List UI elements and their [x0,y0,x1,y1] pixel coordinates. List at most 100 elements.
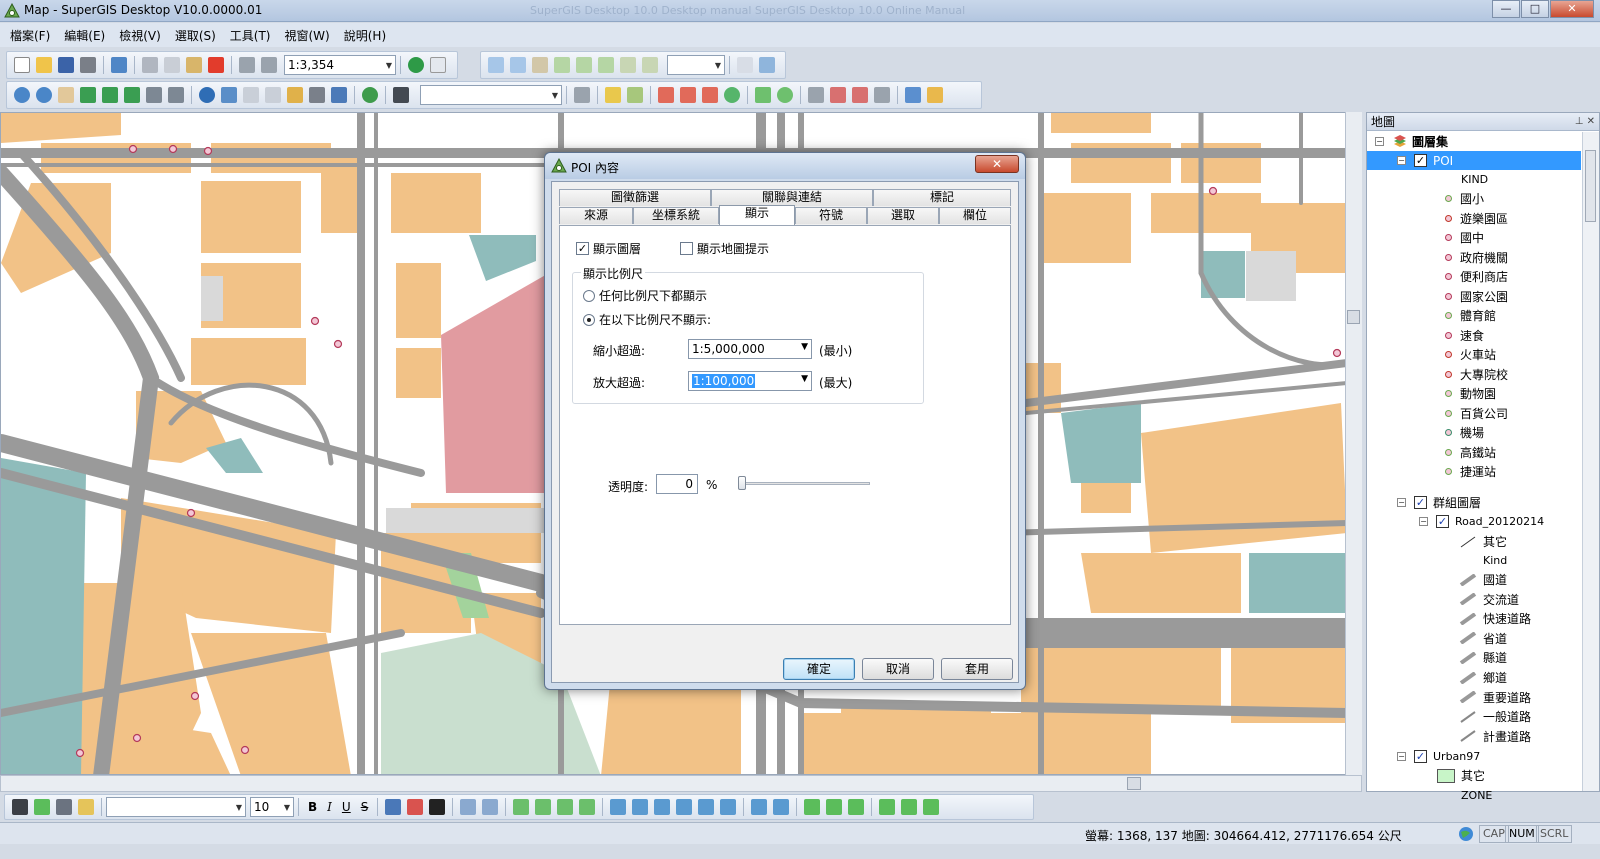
help-icon[interactable] [408,57,424,73]
apply-button[interactable]: 套用 [941,658,1013,680]
topology-icon[interactable] [808,87,824,103]
edit-pointer-icon[interactable] [574,87,590,103]
layer-combo[interactable]: ▼ [420,85,562,105]
camera-icon[interactable] [393,87,409,103]
collapse-icon[interactable]: − [1375,137,1384,146]
menu-view[interactable]: 檢視(V) [119,27,161,44]
bring-to-front-icon[interactable] [513,799,530,815]
cancel-button[interactable]: 取消 [862,658,934,680]
hyperlink-icon[interactable] [265,87,281,103]
poi-visibility-checkbox[interactable]: ✓ [1414,154,1427,167]
radio-circle[interactable] [583,313,595,326]
zoom-out-icon[interactable] [36,87,52,103]
checkbox-box[interactable] [680,242,693,255]
layer-panel-scroll-thumb[interactable] [1585,150,1596,222]
whats-this-icon[interactable] [430,57,446,73]
map-scale-combo[interactable]: 1:3,354 ▼ [284,55,396,75]
edit-task-icon[interactable] [627,87,643,103]
undo-icon[interactable] [239,57,255,73]
bring-forward-icon[interactable] [557,799,574,815]
full-extent-icon[interactable] [124,87,140,103]
same-width-icon[interactable] [804,799,821,815]
forward-arrow-icon[interactable] [168,87,184,103]
same-height-icon[interactable] [826,799,843,815]
layout-zoom-combo[interactable]: ▼ [667,55,725,75]
rotate-icon[interactable] [879,799,896,815]
map-horizontal-scroll-thumb[interactable] [1127,777,1141,790]
radio-show-all-scales[interactable]: 任何比例尺下都顯示 [583,287,707,304]
back-arrow-icon[interactable] [146,87,162,103]
align-top-icon[interactable] [676,799,693,815]
menu-tools[interactable]: 工具(T) [230,27,271,44]
transparency-slider-track[interactable] [738,482,870,485]
menu-help[interactable]: 說明(H) [344,27,386,44]
refresh-icon[interactable] [362,87,378,103]
tree-row-root[interactable]: − 圖層集 [1375,132,1448,151]
urban-visibility-checkbox[interactable]: ✓ [1414,750,1427,763]
distribute-vertical-icon[interactable] [773,799,790,815]
tab-selection[interactable]: 選取 [867,207,939,224]
copy-icon[interactable] [164,57,180,73]
zoom-in-icon[interactable] [14,87,30,103]
cut-icon[interactable] [142,57,158,73]
cut-line-icon[interactable] [658,87,674,103]
minimize-button[interactable]: — [1492,0,1520,18]
group-icon[interactable] [460,799,477,815]
radio-circle[interactable] [583,289,595,302]
ungroup-icon[interactable] [482,799,499,815]
select-features-icon[interactable] [221,87,237,103]
tree-row-road[interactable]: − ✓ Road_20120214 [1419,512,1544,531]
checkbox-box[interactable]: ✓ [576,242,589,255]
merge-icon[interactable] [830,87,846,103]
pin-icon[interactable]: ⊥ ✕ [1575,116,1595,127]
save-icon[interactable] [58,57,74,73]
layout-next-icon[interactable] [642,57,658,73]
tree-row-poi[interactable]: − ✓ POI [1367,151,1581,170]
pencil-icon[interactable] [927,87,943,103]
text-tool-icon[interactable] [56,799,72,815]
menu-select[interactable]: 選取(S) [175,27,216,44]
collapse-icon[interactable]: − [1419,517,1428,526]
open-folder-icon[interactable] [36,57,52,73]
link-icon[interactable] [309,87,325,103]
pan-icon[interactable] [58,87,74,103]
font-color-icon[interactable] [429,799,446,815]
underline-button[interactable]: U [342,800,351,814]
page-setup-icon[interactable] [737,57,753,73]
print-icon[interactable] [80,57,96,73]
align-middle-icon[interactable] [698,799,715,815]
map-vertical-scrollbar[interactable] [1345,112,1362,775]
send-to-back-icon[interactable] [535,799,552,815]
align-right-icon[interactable] [654,799,671,815]
layout-pan-icon[interactable] [532,57,548,73]
snap-icon[interactable] [724,87,740,103]
new-document-icon[interactable] [14,57,30,73]
paste-icon[interactable] [186,57,202,73]
collapse-icon[interactable]: − [1397,498,1406,507]
group-visibility-checkbox[interactable]: ✓ [1414,496,1427,509]
attribute-table-icon[interactable] [331,87,347,103]
map-vertical-scroll-thumb[interactable] [1347,310,1360,324]
edit-attributes-icon[interactable] [905,87,921,103]
identify-icon[interactable] [199,87,215,103]
transparency-input[interactable]: 0 [656,474,698,494]
perpendicular-icon[interactable] [680,87,696,103]
send-backward-icon[interactable] [579,799,596,815]
layout-view-icon[interactable] [759,57,775,73]
layout-previous-icon[interactable] [620,57,636,73]
flip-horizontal-icon[interactable] [901,799,918,815]
align-left-icon[interactable] [610,799,627,815]
dialog-close-button[interactable]: ✕ [975,155,1019,173]
reshape-icon[interactable] [874,87,890,103]
map-horizontal-scrollbar[interactable] [0,775,1362,792]
road-visibility-checkbox[interactable]: ✓ [1436,515,1449,528]
max-scale-combo[interactable]: 1:100,000 ▼ [688,371,812,391]
close-button[interactable]: ✕ [1550,0,1594,18]
tree-row-urban[interactable]: − ✓ Urban97 [1397,747,1480,766]
collapse-icon[interactable]: − [1397,156,1406,165]
crosshair-icon[interactable] [702,87,718,103]
layout-fixed-zoom-out-icon[interactable] [576,57,592,73]
menu-file[interactable]: 檔案(F) [10,27,50,44]
tab-display[interactable]: 顯示 [719,205,795,225]
add-data-icon[interactable] [111,57,127,73]
